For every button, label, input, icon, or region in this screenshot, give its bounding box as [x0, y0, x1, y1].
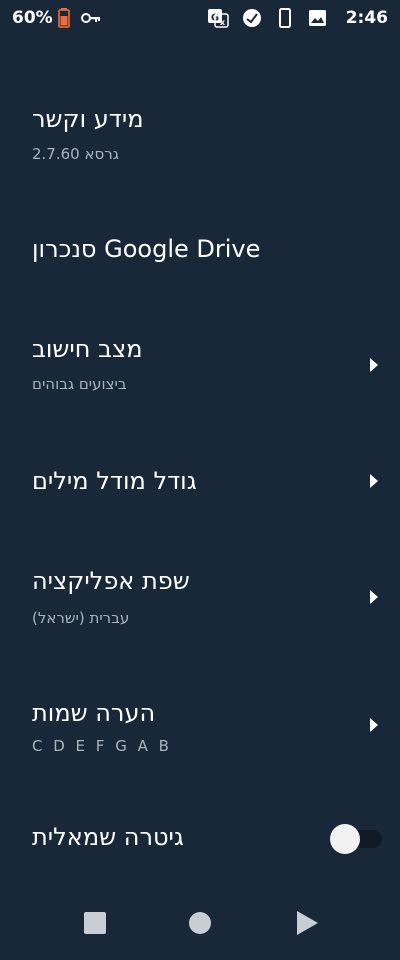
- home-icon[interactable]: [187, 910, 213, 936]
- word-model-size-title: גודל מודל מילים: [32, 467, 197, 495]
- left-guitar-toggle[interactable]: [330, 822, 382, 854]
- setting-word-model-size[interactable]: גודל מודל מילים: [0, 450, 400, 514]
- status-bar: 60% G x 2:46: [0, 0, 400, 36]
- compute-mode-title: מצב חישוב: [32, 335, 143, 363]
- about-version: גרסא 2.7.60: [32, 145, 119, 163]
- back-icon[interactable]: [292, 909, 320, 937]
- battery-icon: [58, 8, 70, 28]
- phone-icon: [279, 8, 291, 28]
- note-names-value: C D E F G A B: [32, 737, 172, 755]
- setting-left-guitar[interactable]: גיטרה שמאלית: [0, 806, 400, 870]
- left-guitar-title: גיטרה שמאלית: [32, 823, 184, 851]
- recents-icon[interactable]: [82, 910, 108, 936]
- setting-google-drive-sync[interactable]: סנכרון Google Drive: [0, 214, 400, 290]
- about-title: מידע וקשר: [32, 105, 144, 133]
- setting-compute-mode[interactable]: מצב חישוב ביצועים גבוהים: [0, 318, 400, 410]
- note-names-title: הערה שמות: [32, 699, 156, 727]
- translate-icon: G x: [208, 9, 229, 28]
- app-language-value: עברית (ישראל): [32, 609, 130, 627]
- battery-percentage: 60%: [12, 8, 53, 28]
- clock: 2:46: [345, 8, 388, 28]
- drive-sync-title: סנכרון Google Drive: [32, 235, 261, 263]
- app-language-title: שפת אפליקציה: [32, 567, 190, 595]
- chevron-right-icon: [370, 358, 378, 372]
- svg-text:x: x: [220, 18, 226, 27]
- setting-about[interactable]: מידע וקשר גרסא 2.7.60: [0, 84, 400, 192]
- security-icon: [243, 9, 261, 27]
- vpn-key-icon: [81, 13, 100, 23]
- compute-mode-value: ביצועים גבוהים: [32, 375, 127, 393]
- image-icon: [309, 10, 326, 26]
- chevron-right-icon: [370, 590, 378, 604]
- setting-note-names[interactable]: הערה שמות C D E F G A B: [0, 680, 400, 772]
- chevron-right-icon: [370, 474, 378, 488]
- toggle-thumb: [330, 824, 360, 854]
- chevron-right-icon: [370, 718, 378, 732]
- navigation-bar: [0, 896, 400, 952]
- setting-app-language[interactable]: שפת אפליקציה עברית (ישראל): [0, 548, 400, 640]
